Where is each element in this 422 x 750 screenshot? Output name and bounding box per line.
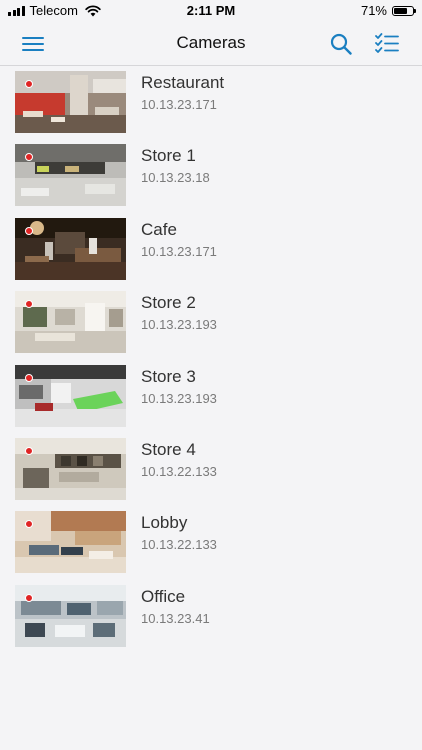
recording-indicator (25, 446, 33, 455)
search-icon (330, 33, 352, 55)
camera-list: Restaurant 10.13.23.171 Store 1 10.13.23… (0, 66, 422, 653)
camera-ip: 10.13.22.133 (141, 537, 217, 553)
camera-thumbnail (15, 584, 126, 647)
camera-thumbnail (15, 217, 126, 280)
camera-thumbnail (15, 144, 126, 207)
camera-row-lobby[interactable]: Lobby 10.13.22.133 (0, 506, 422, 579)
status-right: 71% (360, 3, 416, 18)
battery-level (394, 7, 407, 14)
search-button[interactable] (328, 31, 354, 57)
camera-name: Store 3 (141, 366, 196, 386)
camera-name: Lobby (141, 513, 188, 533)
recording-indicator (25, 226, 33, 235)
battery-percent: 71% (360, 3, 387, 18)
camera-ip: 10.13.23.193 (141, 390, 217, 406)
recording-indicator (25, 593, 33, 602)
recording-indicator (25, 80, 33, 88)
page-title: Cameras (176, 33, 246, 52)
camera-ip: 10.13.22.133 (141, 463, 217, 479)
status-bar: Telecom 2:11 PM 71% (0, 0, 422, 22)
camera-thumbnail (15, 437, 126, 500)
camera-row-restaurant[interactable]: Restaurant 10.13.23.171 (0, 66, 422, 139)
camera-name: Restaurant (141, 73, 225, 92)
camera-ip: 10.13.23.18 (141, 170, 210, 186)
camera-row-cafe[interactable]: Cafe 10.13.23.171 (0, 213, 422, 286)
camera-ip: 10.13.23.41 (141, 610, 210, 626)
camera-name: Cafe (141, 219, 177, 239)
camera-row-store-4[interactable]: Store 4 10.13.22.133 (0, 433, 422, 506)
camera-name: Store 4 (141, 439, 196, 459)
navigation-bar: Cameras (0, 22, 422, 66)
camera-ip: 10.13.23.193 (141, 317, 217, 333)
camera-row-store-3[interactable]: Store 3 10.13.23.193 (0, 360, 422, 433)
camera-thumbnail (15, 364, 126, 427)
checklist-icon (375, 33, 399, 53)
camera-name: Office (141, 586, 186, 606)
camera-thumbnail (15, 71, 126, 133)
camera-row-office[interactable]: Office 10.13.23.41 (0, 580, 422, 653)
status-time: 2:11 PM (186, 3, 236, 18)
camera-name: Store 2 (141, 293, 196, 313)
battery-icon (392, 5, 416, 16)
camera-row-store-1[interactable]: Store 1 10.13.23.18 (0, 139, 422, 212)
camera-ip: 10.13.23.171 (141, 97, 217, 112)
select-button[interactable] (374, 31, 400, 57)
camera-row-store-2[interactable]: Store 2 10.13.23.193 (0, 286, 422, 359)
camera-name: Store 1 (141, 146, 196, 166)
camera-ip: 10.13.23.171 (141, 243, 217, 259)
recording-indicator (25, 373, 33, 382)
camera-thumbnail (15, 291, 126, 354)
camera-thumbnail (15, 511, 126, 574)
